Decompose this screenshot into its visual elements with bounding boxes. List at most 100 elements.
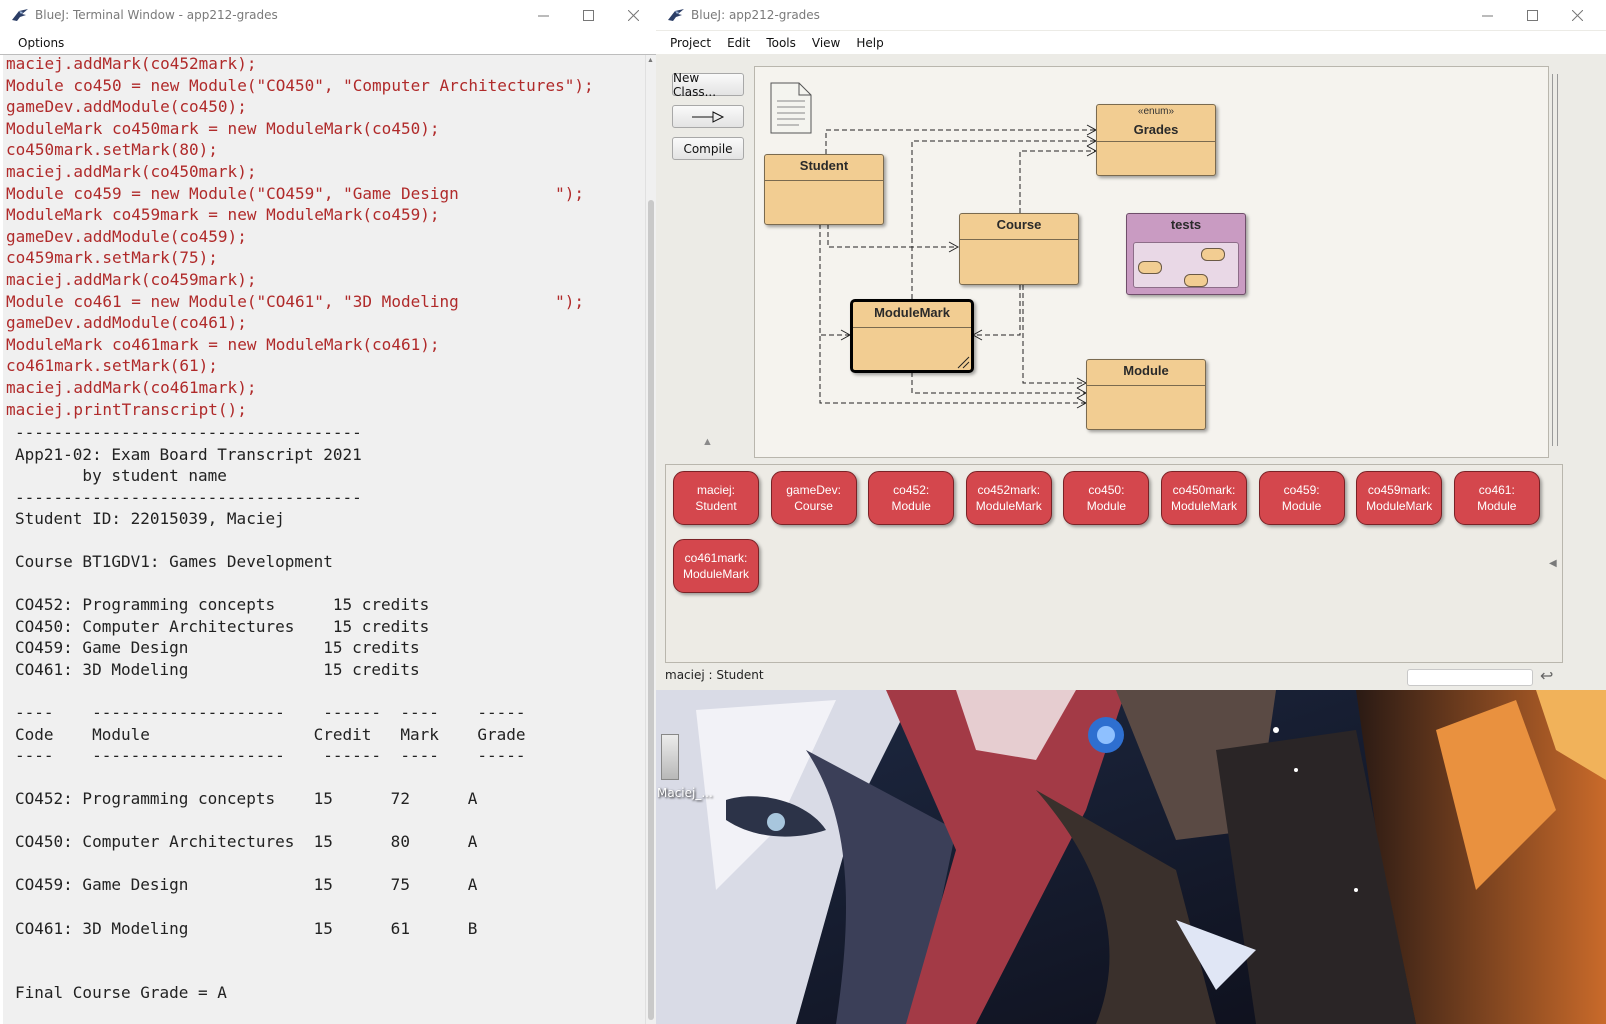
minimize-icon <box>538 15 549 16</box>
terminal-output-area[interactable]: maciej.addMark(co452mark); Module co450 … <box>3 55 645 1024</box>
maximize-button[interactable] <box>566 0 611 30</box>
minimize-button[interactable] <box>1465 0 1510 30</box>
inheritance-arrow-icon <box>692 110 725 123</box>
package-tests[interactable]: tests <box>1126 213 1246 295</box>
main-titlebar[interactable]: BlueJ: app212-grades <box>656 0 1606 30</box>
class-modulemark[interactable]: ModuleMark <box>850 299 974 373</box>
terminal-scrollbar[interactable]: ▲ <box>645 55 656 1024</box>
object-instance[interactable]: co461mark: ModuleMark <box>673 539 759 593</box>
terminal-titlebar[interactable]: BlueJ: Terminal Window - app212-grades <box>0 0 656 30</box>
object-instance[interactable]: co450mark: ModuleMark <box>1161 471 1247 525</box>
class-module-name: Module <box>1087 360 1205 386</box>
class-modulemark-name: ModuleMark <box>853 302 971 328</box>
output-line: Code Module Credit Mark Grade <box>15 724 526 744</box>
transcript-output: ------------------------------------ App… <box>15 422 526 1004</box>
minimize-button[interactable] <box>521 0 566 30</box>
main-title: BlueJ: app212-grades <box>691 8 820 22</box>
code-line: ModuleMark co461mark = new ModuleMark(co… <box>6 334 440 354</box>
new-inheritance-arrow-button[interactable] <box>672 105 744 128</box>
code-line: gameDev.addModule(co461); <box>6 313 247 333</box>
object-instance[interactable]: gameDev: Course <box>770 471 857 525</box>
output-line: ------------------------------------ <box>15 423 362 442</box>
class-diagram-canvas[interactable]: «enum» Grades Student Course tests Modul… <box>754 66 1549 458</box>
code-log: maciej.addMark(co452mark); Module co450 … <box>6 55 594 420</box>
code-line: Module co450 = new Module("CO450", "Comp… <box>6 75 594 95</box>
object-type: Course <box>794 499 833 513</box>
object-name: co450: <box>1088 483 1125 497</box>
code-line: gameDev.addModule(co459); <box>6 226 247 246</box>
close-button[interactable] <box>1555 0 1600 30</box>
scroll-thumb[interactable] <box>648 200 654 1020</box>
menu-project[interactable]: Project <box>662 36 719 50</box>
scroll-thumb[interactable] <box>1552 74 1558 446</box>
diagram-scrollbar[interactable] <box>1549 66 1561 456</box>
class-grades[interactable]: «enum» Grades <box>1096 104 1216 176</box>
output-line: ---- -------------------- ------ ---- --… <box>15 746 526 766</box>
output-line: ---- -------------------- ------ ---- --… <box>15 703 526 723</box>
object-name: co459: <box>1283 483 1320 497</box>
code-line: co450mark.setMark(80); <box>6 140 218 160</box>
wrap-return-icon[interactable]: ↩ <box>1540 666 1553 686</box>
object-name: co461: <box>1478 483 1515 497</box>
object-type: ModuleMark <box>682 567 750 581</box>
output-line: CO452: Programming concepts 15 72 A <box>15 789 478 809</box>
compile-button[interactable]: Compile <box>672 137 744 160</box>
terminal-window: BlueJ: Terminal Window - app212-grades O… <box>0 0 656 1024</box>
menu-options[interactable]: Options <box>0 36 72 50</box>
object-instance[interactable]: co459: Module <box>1258 471 1345 525</box>
menu-edit[interactable]: Edit <box>719 36 758 50</box>
object-instance[interactable]: co452mark: ModuleMark <box>965 471 1052 525</box>
close-icon <box>1572 9 1583 21</box>
output-line: CO459: Game Design 15 75 A <box>15 875 478 895</box>
output-line: CO459: Game Design 15 credits <box>15 638 420 658</box>
package-tests-name: tests <box>1170 217 1202 232</box>
class-course[interactable]: Course <box>959 213 1079 285</box>
close-icon <box>628 9 639 21</box>
maximize-icon <box>583 9 594 21</box>
object-type: Student <box>695 499 737 513</box>
status-text: maciej : Student <box>665 668 764 682</box>
class-module[interactable]: Module <box>1086 359 1206 430</box>
output-line: App21-02: Exam Board Transcript 2021 <box>15 444 362 464</box>
output-line: Final Course Grade = A <box>15 983 227 1003</box>
collapse-up-icon[interactable]: ▲ <box>702 436 713 448</box>
output-line: CO450: Computer Architectures 15 80 A <box>15 832 478 852</box>
code-line: Module co459 = new Module("CO459", "Game… <box>6 183 584 203</box>
class-student[interactable]: Student <box>764 154 884 225</box>
main-menubar: Project Edit Tools View Help <box>656 31 1606 54</box>
package-class-icon <box>1138 261 1162 274</box>
object-type: Module <box>891 499 931 513</box>
object-instance[interactable]: co452: Module <box>868 471 955 525</box>
code-line: gameDev.addModule(co450); <box>6 97 247 117</box>
menu-help[interactable]: Help <box>848 36 891 50</box>
output-line: by student name <box>15 466 227 486</box>
object-instance[interactable]: co461: Module <box>1453 471 1540 525</box>
output-line: ------------------------------------ <box>15 487 362 507</box>
object-bench: maciej: Student gameDev: Course co452: Module… <box>665 464 1563 663</box>
code-line: maciej.addMark(co452mark); <box>6 55 257 73</box>
output-line: CO461: 3D Modeling 15 61 B <box>15 918 478 938</box>
menu-tools[interactable]: Tools <box>758 36 804 50</box>
desktop-file-icon[interactable] <box>661 734 679 780</box>
object-type: Module <box>1086 499 1127 513</box>
new-class-button[interactable]: New Class... <box>672 71 744 99</box>
bluej-bird-icon <box>668 9 684 21</box>
object-type: Module <box>1281 499 1322 513</box>
maximize-button[interactable] <box>1510 0 1555 30</box>
object-instance[interactable]: maciej: Student <box>673 471 759 525</box>
resize-grip-icon[interactable] <box>956 355 970 369</box>
terminal-title: BlueJ: Terminal Window - app212-grades <box>35 8 278 22</box>
output-line: CO450: Computer Architectures 15 credits <box>15 616 430 636</box>
object-instance[interactable]: co450: Module <box>1063 471 1150 525</box>
package-contents <box>1133 242 1239 288</box>
desktop-file-label[interactable]: Maciej_... <box>657 786 713 800</box>
object-type: ModuleMark <box>1170 499 1238 513</box>
object-name: co452: <box>893 483 930 497</box>
scroll-up-icon[interactable]: ▲ <box>647 57 654 64</box>
wallpaper-artwork <box>656 690 1606 1024</box>
code-line: co461mark.setMark(61); <box>6 356 218 376</box>
menu-view[interactable]: View <box>804 36 848 50</box>
close-button[interactable] <box>611 0 656 30</box>
object-instance[interactable]: co459mark: ModuleMark <box>1356 471 1443 525</box>
bench-collapse-icon[interactable]: ◀ <box>1549 558 1557 569</box>
